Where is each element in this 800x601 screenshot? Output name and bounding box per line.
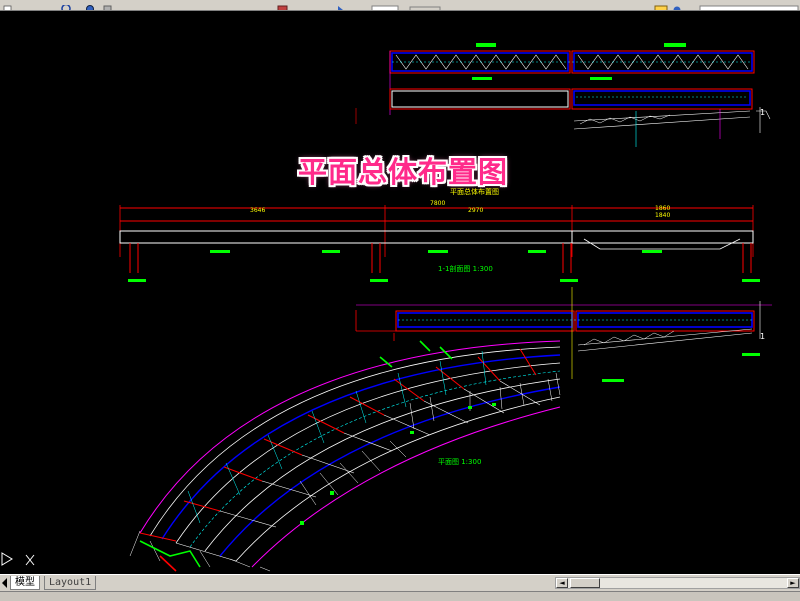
- section-marker-top: 1: [760, 108, 766, 117]
- top-elevation: [355, 43, 755, 124]
- banner-title: 平面总体布置图: [298, 155, 509, 189]
- dimension-left: 3646: [250, 207, 266, 214]
- dimension-right-bottom: 1840: [655, 212, 671, 219]
- cad-drawing: [119, 43, 772, 572]
- section-marker-bottom: 1: [760, 332, 766, 341]
- label-tag: [476, 43, 496, 47]
- toolbar: [0, 0, 800, 11]
- ucs-icon: [1, 552, 35, 566]
- curved-plan: [129, 330, 561, 572]
- label-tag: [590, 77, 612, 80]
- plan-title: 平面图 1:300: [438, 458, 482, 466]
- label-tag: [472, 77, 492, 80]
- section-title: 1-1剖面图 1:300: [438, 265, 493, 273]
- elevation-title: 平面总体布置图: [450, 188, 499, 196]
- middle-elevation: [389, 88, 771, 147]
- tab-model[interactable]: 模型: [10, 576, 40, 590]
- dimension-total: 7800: [430, 200, 446, 207]
- label-tag: [664, 43, 686, 47]
- dimension-mid: 2970: [468, 207, 484, 214]
- tab-layout1[interactable]: Layout1: [44, 576, 97, 590]
- scroll-left-button[interactable]: ◄: [556, 578, 568, 588]
- drawing-canvas[interactable]: 平面总体布置图 平面总体布置图 7800 3646 2970 1860 1840…: [0, 11, 800, 574]
- horizontal-scrollbar[interactable]: ◄ ►: [555, 577, 800, 589]
- scroll-right-button[interactable]: ►: [787, 578, 799, 588]
- scroll-thumb[interactable]: [570, 578, 600, 588]
- dimension-right-top: 1860: [655, 205, 671, 212]
- plan-header: [355, 287, 772, 382]
- tab-prev-icon[interactable]: [0, 577, 9, 588]
- layout-tab-bar: 模型 Layout1 ◄ ►: [0, 574, 800, 591]
